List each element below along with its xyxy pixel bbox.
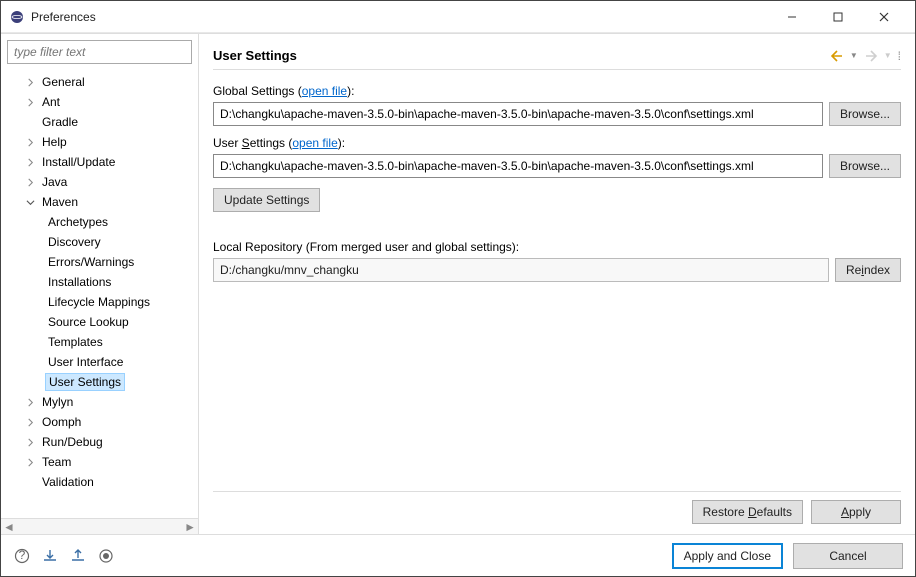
tree-item-installations[interactable]: Installations [5,272,198,292]
scroll-right-icon[interactable]: ► [184,520,196,534]
eclipse-icon [9,9,25,25]
restore-defaults-button[interactable]: Restore Defaults [692,500,803,524]
chevron-right-icon [23,435,37,449]
content-panel: User Settings ▼ ▼ ⁞ Global Settings (ope… [199,34,915,534]
user-open-file-link[interactable]: open file [292,136,337,150]
tree-item-maven[interactable]: Maven [5,192,198,212]
horizontal-scrollbar[interactable]: ◄ ► [1,518,198,534]
dialog-footer: ? Apply and Close Cancel [1,534,915,576]
apply-and-close-button[interactable]: Apply and Close [672,543,783,569]
tree-item-help[interactable]: Help [5,132,198,152]
titlebar: Preferences [1,1,915,33]
dropdown-arrow-icon[interactable]: ▼ [850,51,858,60]
menu-icon[interactable]: ⁞ [898,49,901,63]
tree-item-ui[interactable]: User Interface [5,352,198,372]
maximize-button[interactable] [815,2,861,32]
tree-item-gradle[interactable]: Gradle [5,112,198,132]
global-settings-label: Global Settings (open file): [213,84,901,98]
record-icon[interactable] [97,547,115,565]
close-button[interactable] [861,2,907,32]
tree-item-user-settings[interactable]: User Settings [5,372,198,392]
content-header: User Settings ▼ ▼ ⁞ [213,42,901,70]
tree-item-validation[interactable]: Validation [5,472,198,492]
user-settings-label: User Settings (open file): [213,136,901,150]
body: General Ant Gradle Help Install/Update J… [1,33,915,534]
settings-area: Global Settings (open file): Browse... U… [213,84,901,491]
filter-input[interactable] [7,40,192,64]
apply-button[interactable]: Apply [811,500,901,524]
tree-item-errors[interactable]: Errors/Warnings [5,252,198,272]
chevron-right-icon [23,155,37,169]
chevron-right-icon [23,395,37,409]
sidebar: General Ant Gradle Help Install/Update J… [1,34,199,534]
back-arrow-icon[interactable] [830,50,844,62]
chevron-right-icon [23,455,37,469]
tree-item-team[interactable]: Team [5,452,198,472]
chevron-right-icon [23,135,37,149]
tree-item-java[interactable]: Java [5,172,198,192]
tree-item-discovery[interactable]: Discovery [5,232,198,252]
chevron-down-icon [23,195,37,209]
global-open-file-link[interactable]: open file [302,84,347,98]
chevron-right-icon [23,75,37,89]
scroll-left-icon[interactable]: ◄ [3,520,15,534]
preferences-window: Preferences General Ant Gradle Help Inst… [0,0,916,577]
tree-item-general[interactable]: General [5,72,198,92]
import-icon[interactable] [41,547,59,565]
window-controls [769,2,907,32]
minimize-button[interactable] [769,2,815,32]
tree-item-templates[interactable]: Templates [5,332,198,352]
tree-item-mylyn[interactable]: Mylyn [5,392,198,412]
browse-user-button[interactable]: Browse... [829,154,901,178]
tree-item-archetypes[interactable]: Archetypes [5,212,198,232]
browse-global-button[interactable]: Browse... [829,102,901,126]
local-repo-input [213,258,829,282]
user-settings-input[interactable] [213,154,823,178]
help-icon[interactable]: ? [13,547,31,565]
window-title: Preferences [31,10,769,24]
cancel-button[interactable]: Cancel [793,543,903,569]
tree-item-install[interactable]: Install/Update [5,152,198,172]
tree-item-lifecycle[interactable]: Lifecycle Mappings [5,292,198,312]
chevron-right-icon [23,175,37,189]
dropdown-arrow-icon[interactable]: ▼ [884,51,892,60]
tree-item-ant[interactable]: Ant [5,92,198,112]
global-settings-input[interactable] [213,102,823,126]
update-settings-button[interactable]: Update Settings [213,188,320,212]
reindex-button[interactable]: Reindex [835,258,901,282]
preferences-tree[interactable]: General Ant Gradle Help Install/Update J… [1,70,198,518]
tree-item-oomph[interactable]: Oomph [5,412,198,432]
page-title: User Settings [213,48,297,63]
svg-text:?: ? [19,548,26,562]
local-repo-label: Local Repository (From merged user and g… [213,240,901,254]
forward-arrow-icon[interactable] [864,50,878,62]
chevron-right-icon [23,415,37,429]
page-footer: Restore Defaults Apply [213,491,901,524]
tree-item-rundebug[interactable]: Run/Debug [5,432,198,452]
export-icon[interactable] [69,547,87,565]
tree-item-source[interactable]: Source Lookup [5,312,198,332]
chevron-right-icon [23,95,37,109]
